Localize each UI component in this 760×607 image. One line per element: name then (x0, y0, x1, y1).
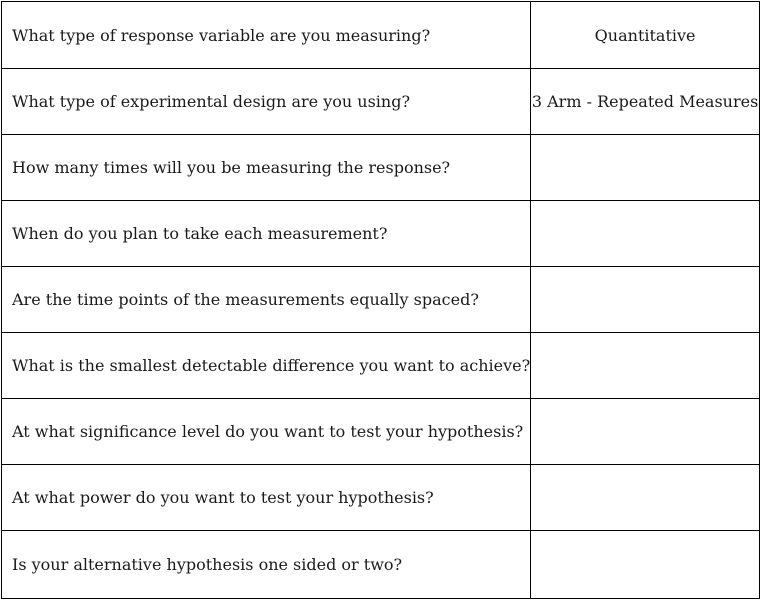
answer-significance-level[interactable] (530, 398, 760, 465)
answer-alternative-hypothesis[interactable] (530, 530, 760, 599)
question-power: At what power do you want to test your h… (0, 464, 532, 531)
answer-number-of-measurements[interactable] (530, 134, 760, 201)
answer-response-variable[interactable]: Quantitative (530, 1, 760, 69)
question-experimental-design: What type of experimental design are you… (0, 68, 532, 135)
table-row: What type of response variable are you m… (0, 1, 760, 69)
question-detectable-difference: What is the smallest detectable differen… (0, 332, 532, 399)
question-alternative-hypothesis: Is your alternative hypothesis one sided… (0, 530, 532, 599)
table-row: At what significance level do you want t… (0, 398, 760, 465)
answer-detectable-difference[interactable] (530, 332, 760, 399)
table-row: How many times will you be measuring the… (0, 134, 760, 201)
table-row: At what power do you want to test your h… (0, 464, 760, 531)
table-row: What type of experimental design are you… (0, 68, 760, 135)
question-equal-spacing: Are the time points of the measurements … (0, 266, 532, 333)
answer-equal-spacing[interactable] (530, 266, 760, 333)
answer-experimental-design[interactable]: 3 Arm - Repeated Measures (530, 68, 760, 135)
answer-measurement-timing[interactable] (530, 200, 760, 267)
question-significance-level: At what significance level do you want t… (0, 398, 532, 465)
question-response-variable: What type of response variable are you m… (0, 1, 532, 69)
study-design-table: What type of response variable are you m… (0, 1, 760, 599)
answer-power[interactable] (530, 464, 760, 531)
question-measurement-timing: When do you plan to take each measuremen… (0, 200, 532, 267)
table-row: What is the smallest detectable differen… (0, 332, 760, 399)
table-row: When do you plan to take each measuremen… (0, 200, 760, 267)
question-number-of-measurements: How many times will you be measuring the… (0, 134, 532, 201)
table-row: Are the time points of the measurements … (0, 266, 760, 333)
table-row: Is your alternative hypothesis one sided… (0, 530, 760, 599)
